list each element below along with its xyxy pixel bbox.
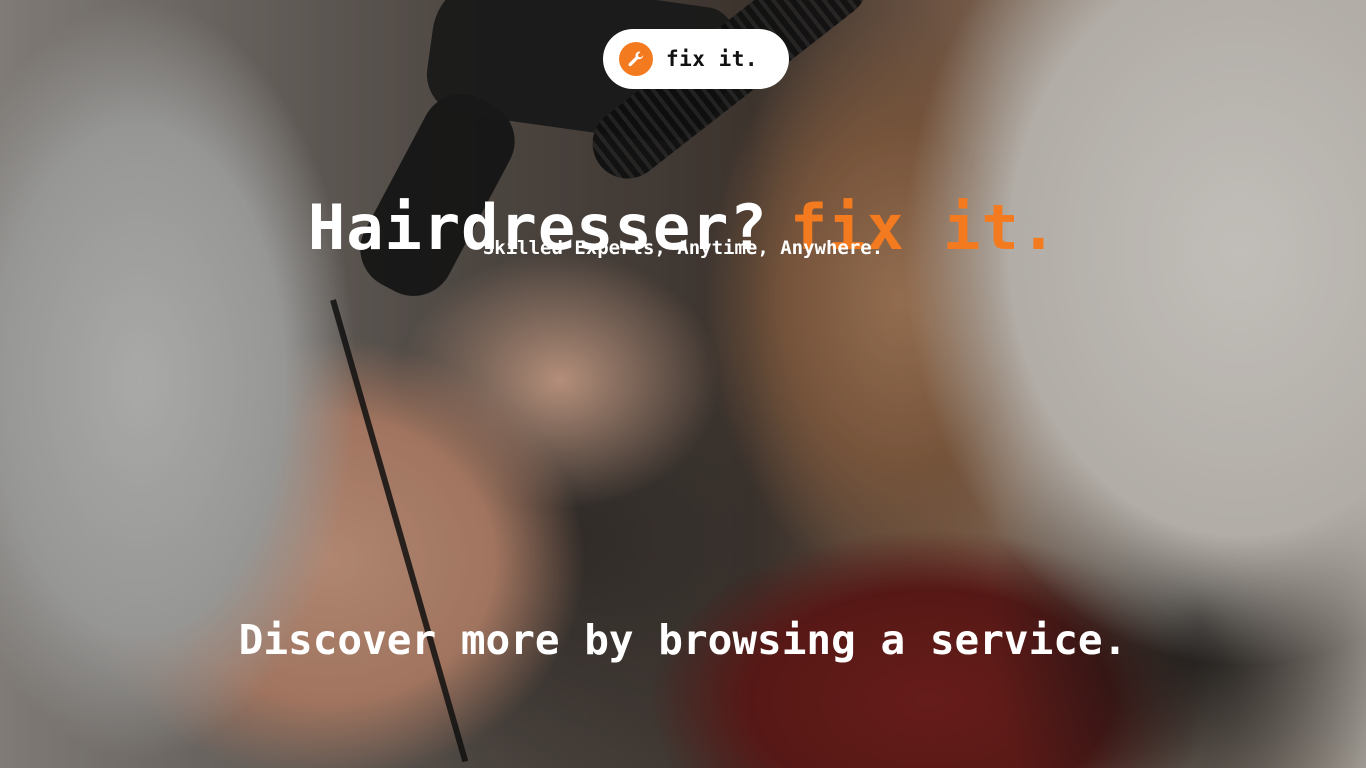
wrench-icon	[619, 42, 653, 76]
hero-section: fix it. Hairdresser? fix it. Skilled Expe…	[0, 0, 1366, 768]
tagline: Skilled Experts, Anytime, Anywhere.	[482, 237, 884, 259]
logo-text: fix it.	[666, 47, 759, 71]
browse-services-cta[interactable]: Discover more by browsing a service.	[0, 612, 1366, 668]
logo-home-link[interactable]: fix it.	[603, 29, 789, 89]
